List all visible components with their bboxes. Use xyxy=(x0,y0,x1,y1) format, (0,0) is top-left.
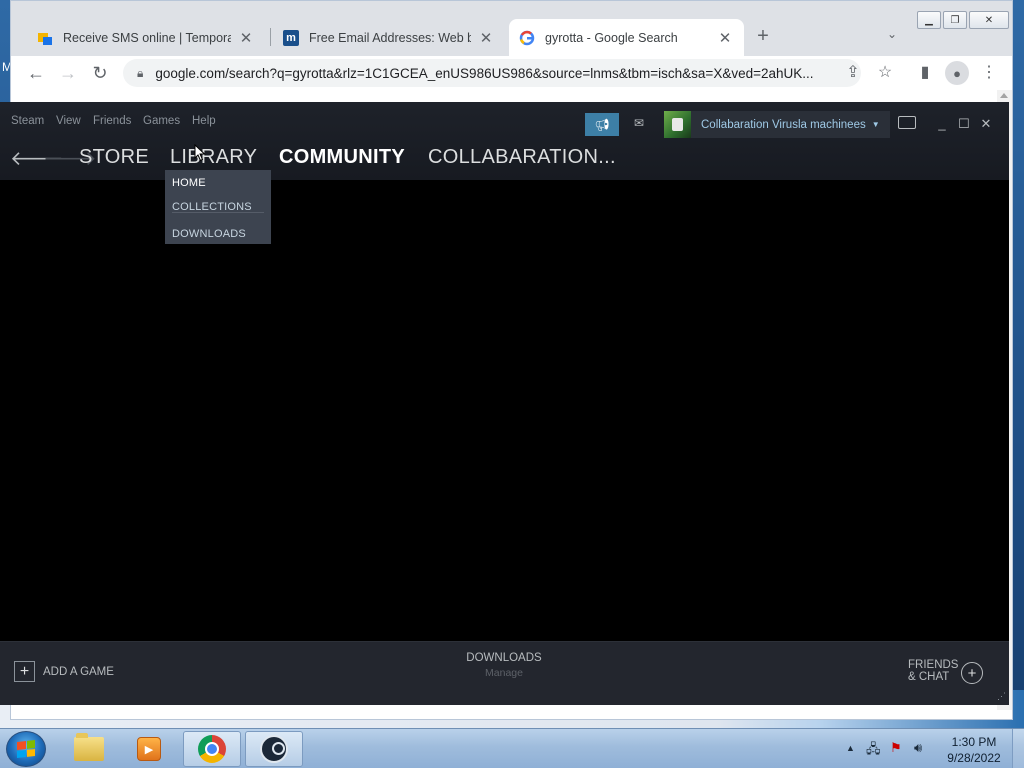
tab-google-search[interactable]: gyrotta - Google Search ✕ xyxy=(509,19,744,56)
taskbar: ▶ ▲ 🖧︎ ⚑ 🔊︎ 1:30 PM 9/28/2022 xyxy=(0,728,1024,768)
back-arrow-icon[interactable]: ← xyxy=(24,62,48,84)
library-dropdown-menu: HOME COLLECTIONS DOWNLOADS xyxy=(165,170,271,244)
downloads-manage-label: Manage xyxy=(485,667,523,679)
announcements-megaphone-icon[interactable]: 📢︎ xyxy=(585,113,619,136)
account-menu[interactable]: Collabaration Virusla machinees ▼ xyxy=(664,111,890,138)
url-text: google.com/search?q=gyrotta&rlz=1C1GCEA_… xyxy=(155,65,814,81)
clock-date: 9/28/2022 xyxy=(947,751,1001,765)
tab-title: gyrotta - Google Search xyxy=(545,30,678,45)
bookmark-star-icon[interactable]: ☆ xyxy=(873,62,897,82)
show-desktop-button[interactable] xyxy=(1012,729,1024,768)
volume-icon[interactable]: 🔊︎ xyxy=(914,740,922,756)
library-menu-downloads[interactable]: DOWNLOADS xyxy=(172,228,246,240)
minimize-button[interactable]: ▁ xyxy=(917,11,941,29)
media-player-icon: ▶ xyxy=(137,737,161,761)
add-game-button[interactable]: + ADD A GAME xyxy=(14,661,114,682)
side-panel-icon[interactable]: ▮ xyxy=(913,62,937,82)
chat-label: & CHAT xyxy=(908,671,950,683)
resize-grip-icon[interactable]: ⋰ xyxy=(997,691,1006,702)
chrome-icon xyxy=(198,735,226,763)
google-icon xyxy=(519,30,535,46)
reload-icon[interactable]: ↻ xyxy=(88,62,112,84)
steam-window: Steam View Friends Games Help 📢︎ ✉︎ Coll… xyxy=(0,102,1009,705)
big-picture-mode-icon[interactable] xyxy=(898,116,916,129)
steam-menu-steam[interactable]: Steam xyxy=(11,115,44,127)
maximize-icon[interactable]: ☐ xyxy=(955,116,973,132)
tab-title: Receive SMS online | Temporary xyxy=(63,30,231,45)
show-hidden-icons-icon[interactable]: ▲ xyxy=(846,743,855,753)
scroll-up-arrow-icon[interactable] xyxy=(1000,93,1008,98)
plus-icon: + xyxy=(14,661,35,682)
steam-icon xyxy=(260,735,288,763)
folder-icon xyxy=(74,733,104,761)
account-name: Collabaration Virusla machinees xyxy=(701,118,866,131)
share-icon[interactable]: ⇪ xyxy=(841,62,865,82)
close-window-button[interactable]: ✕ xyxy=(969,11,1009,29)
tab-free-email[interactable]: m Free Email Addresses: Web base ✕ xyxy=(273,19,505,56)
avatar xyxy=(664,111,691,138)
mailbox-site-icon: m xyxy=(283,29,299,46)
add-game-label: ADD A GAME xyxy=(43,665,114,678)
minimize-icon[interactable]: _ xyxy=(933,116,951,131)
steam-content-area xyxy=(0,180,1009,641)
tab-search-chevron-icon[interactable]: ⌄ xyxy=(887,27,897,41)
browser-toolbar: ← → ↻ 🔒︎ google.com/search?q=gyrotta&rlz… xyxy=(11,56,1012,90)
downloads-button[interactable]: DOWNLOADS Manage xyxy=(440,652,568,679)
menu-divider xyxy=(172,212,264,213)
close-icon[interactable]: ✕ xyxy=(716,29,734,47)
downloads-label: DOWNLOADS xyxy=(466,652,542,664)
steam-menu-view[interactable]: View xyxy=(56,115,81,127)
add-friend-plus-icon[interactable]: + xyxy=(961,662,983,684)
new-tab-button[interactable]: + xyxy=(751,25,775,48)
lock-icon: 🔒︎ xyxy=(137,65,144,80)
steam-bottom-bar: + ADD A GAME DOWNLOADS Manage FRIENDS & … xyxy=(0,641,1009,705)
action-center-flag-icon[interactable]: ⚑ xyxy=(890,740,902,756)
tab-strip: Receive SMS online | Temporary ✕ m Free … xyxy=(11,1,1012,56)
notifications-envelope-icon[interactable]: ✉︎ xyxy=(634,116,644,130)
steam-header: Steam View Friends Games Help 📢︎ ✉︎ Coll… xyxy=(0,102,1009,180)
close-icon[interactable]: ✕ xyxy=(237,29,255,47)
friends-label: FRIENDS xyxy=(908,659,959,671)
start-button[interactable] xyxy=(6,731,46,767)
tab-receive-sms[interactable]: Receive SMS online | Temporary ✕ xyxy=(27,19,265,56)
tab-separator xyxy=(270,28,271,46)
taskbar-file-explorer[interactable] xyxy=(60,731,118,767)
restore-button[interactable]: ❐ xyxy=(943,11,967,29)
system-clock[interactable]: 1:30 PM 9/28/2022 xyxy=(938,734,1010,766)
taskbar-media-player[interactable]: ▶ xyxy=(120,731,178,767)
windows-logo-icon xyxy=(17,740,35,758)
taskbar-chrome[interactable] xyxy=(183,731,241,767)
steam-menu-games[interactable]: Games xyxy=(143,115,180,127)
friends-chat-button[interactable]: FRIENDS & CHAT xyxy=(908,659,958,683)
chevron-down-icon: ▼ xyxy=(871,120,880,129)
tab-title: Free Email Addresses: Web base xyxy=(309,30,471,45)
more-menu-icon[interactable]: ⋮ xyxy=(977,62,1001,82)
close-icon[interactable]: ✕ xyxy=(977,116,995,132)
steam-menu-friends[interactable]: Friends xyxy=(93,115,131,127)
nav-profile[interactable]: COLLABARATION... xyxy=(428,146,616,169)
taskbar-steam[interactable] xyxy=(245,731,303,767)
close-icon[interactable]: ✕ xyxy=(477,29,495,47)
forward-arrow-icon[interactable]: → xyxy=(56,62,80,84)
nav-library[interactable]: LIBRARY xyxy=(170,146,257,169)
sms-site-icon xyxy=(37,30,53,46)
clock-time: 1:30 PM xyxy=(951,735,997,749)
steam-menu-help[interactable]: Help xyxy=(192,115,216,127)
library-menu-home[interactable]: HOME xyxy=(172,177,206,189)
profile-avatar-icon[interactable]: ● xyxy=(945,61,969,85)
network-icon[interactable]: 🖧︎ xyxy=(866,740,881,762)
address-bar[interactable]: 🔒︎ google.com/search?q=gyrotta&rlz=1C1GC… xyxy=(123,59,861,87)
nav-store[interactable]: STORE xyxy=(79,146,149,169)
nav-community[interactable]: COMMUNITY xyxy=(279,146,405,169)
